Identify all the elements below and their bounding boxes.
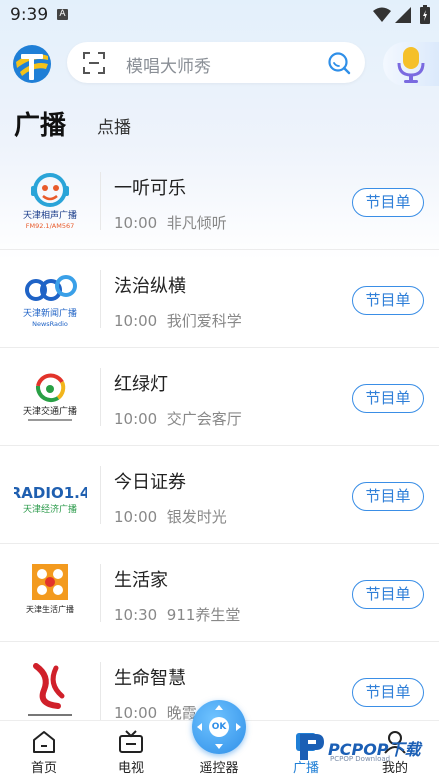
station-logo-image: 天津相声广播 FM92.1/AM567 bbox=[23, 173, 77, 230]
program-time: 10:00 bbox=[114, 312, 158, 330]
station-schedule: 10:00 银发时光 bbox=[114, 506, 227, 527]
station-logo-image: 天津新闻广播 NewsRadio bbox=[23, 275, 77, 328]
program-time: 10:00 bbox=[114, 508, 158, 526]
search-placeholder[interactable]: 模唱大师秀 bbox=[126, 52, 211, 77]
program-list-button[interactable]: 节目单 bbox=[352, 188, 424, 217]
watermark: PCPOP下载 PCPOP Download bbox=[298, 728, 439, 772]
tab-bar: 广播 点播 bbox=[0, 103, 439, 143]
tv-icon bbox=[119, 730, 143, 753]
microphone-icon bbox=[397, 47, 425, 83]
tab-broadcast[interactable]: 广播 bbox=[14, 105, 66, 142]
watermark-subtitle: PCPOP Download bbox=[330, 755, 391, 763]
header: 模唱大师秀 bbox=[0, 40, 439, 88]
station-schedule: 10:00 我们爱科学 bbox=[114, 310, 242, 331]
signal-icon bbox=[395, 7, 411, 23]
station-name: 生活家 bbox=[114, 570, 168, 591]
station-name: 生命智慧 bbox=[114, 668, 186, 689]
logo-text: 天津交通广播 bbox=[23, 405, 77, 417]
station-list: 天津相声广播 FM92.1/AM567 一听可乐 10:00 非凡倾听 节目单 … bbox=[0, 152, 439, 740]
station-name: 法治纵横 bbox=[114, 276, 186, 297]
status-time: 9:39 bbox=[10, 5, 49, 25]
nav-tv[interactable]: 电视 bbox=[91, 721, 171, 781]
notification-a-icon: A bbox=[57, 9, 68, 20]
watermark-logo-icon bbox=[300, 734, 324, 760]
logo-sub: RADIO1.4 bbox=[14, 484, 87, 502]
tab-on-demand[interactable]: 点播 bbox=[97, 113, 131, 138]
battery-icon bbox=[420, 5, 430, 24]
program-name: 我们爱科学 bbox=[166, 312, 242, 330]
station-logo-image: 天津交通广播 bbox=[23, 373, 77, 421]
program-time: 10:30 bbox=[114, 606, 158, 624]
divider bbox=[100, 564, 101, 622]
station-name: 红绿灯 bbox=[114, 374, 168, 395]
station-logo: 天津生活广播 bbox=[14, 558, 87, 628]
program-name: 交广会客厅 bbox=[166, 410, 242, 428]
station-row[interactable]: RADIO1.4 天津经济广播 今日证券 10:00 银发时光 节目单 bbox=[0, 446, 439, 544]
logo-text: 天津新闻广播 bbox=[23, 307, 77, 319]
wifi-icon bbox=[373, 7, 391, 22]
station-row[interactable]: 天津新闻广播 NewsRadio 法治纵横 10:00 我们爱科学 节目单 bbox=[0, 250, 439, 348]
station-logo: RADIO1.4 天津经济广播 bbox=[14, 460, 87, 530]
logo-text: 天津生活广播 bbox=[26, 604, 74, 614]
program-list-button[interactable]: 节目单 bbox=[352, 286, 424, 315]
station-row[interactable]: 天津生活广播 生活家 10:30 911养生堂 节目单 bbox=[0, 544, 439, 642]
divider bbox=[100, 172, 101, 230]
search-icon[interactable] bbox=[327, 51, 351, 75]
divider bbox=[100, 466, 101, 524]
station-row[interactable]: 天津交通广播 红绿灯 10:00 交广会客厅 节目单 bbox=[0, 348, 439, 446]
program-list-button[interactable]: 节目单 bbox=[352, 384, 424, 413]
logo-sub: FM92.1/AM567 bbox=[26, 222, 74, 230]
divider bbox=[100, 270, 101, 328]
station-logo-image: RADIO1.4 天津经济广播 bbox=[14, 484, 87, 515]
program-name: 非凡倾听 bbox=[166, 214, 227, 232]
station-logo bbox=[14, 656, 87, 726]
nav-home[interactable]: 首页 bbox=[4, 721, 84, 781]
scan-icon[interactable] bbox=[83, 52, 105, 74]
station-schedule: 10:30 911养生堂 bbox=[114, 604, 240, 625]
nav-tv-label: 电视 bbox=[117, 761, 144, 776]
divider bbox=[100, 368, 101, 426]
program-list-button[interactable]: 节目单 bbox=[352, 678, 424, 707]
station-logo: 天津新闻广播 NewsRadio bbox=[14, 264, 87, 334]
program-list-button[interactable]: 节目单 bbox=[352, 580, 424, 609]
station-schedule: 10:00 非凡倾听 bbox=[114, 212, 227, 233]
nav-remote-label: 遥控器 bbox=[199, 761, 239, 776]
station-logo: 天津相声广播 FM92.1/AM567 bbox=[14, 166, 87, 236]
divider bbox=[100, 662, 101, 720]
voice-search-button[interactable] bbox=[383, 42, 439, 86]
logo-sub: NewsRadio bbox=[32, 320, 68, 328]
home-icon bbox=[33, 731, 55, 753]
program-name: 911养生堂 bbox=[166, 606, 241, 624]
station-logo: 天津交通广播 bbox=[14, 362, 87, 432]
station-row[interactable]: 天津相声广播 FM92.1/AM567 一听可乐 10:00 非凡倾听 节目单 bbox=[0, 152, 439, 250]
remote-ok-button[interactable]: OK bbox=[192, 700, 246, 754]
program-time: 10:00 bbox=[114, 410, 158, 428]
station-name: 一听可乐 bbox=[114, 178, 186, 199]
status-bar: 9:39 A bbox=[0, 0, 439, 30]
nav-home-label: 首页 bbox=[30, 761, 57, 776]
program-list-button[interactable]: 节目单 bbox=[352, 482, 424, 511]
station-schedule: 10:00 交广会客厅 bbox=[114, 408, 242, 429]
station-logo-image bbox=[28, 663, 72, 716]
station-logo-image: 天津生活广播 bbox=[26, 564, 74, 614]
app-logo-icon[interactable] bbox=[12, 44, 52, 84]
station-name: 今日证券 bbox=[114, 472, 186, 493]
program-name: 银发时光 bbox=[166, 508, 227, 526]
logo-text: 天津相声广播 bbox=[23, 209, 77, 221]
ok-label: OK bbox=[209, 717, 229, 737]
logo-text: 天津经济广播 bbox=[23, 503, 77, 515]
program-time: 10:00 bbox=[114, 214, 158, 232]
search-bar[interactable]: 模唱大师秀 bbox=[67, 42, 365, 83]
